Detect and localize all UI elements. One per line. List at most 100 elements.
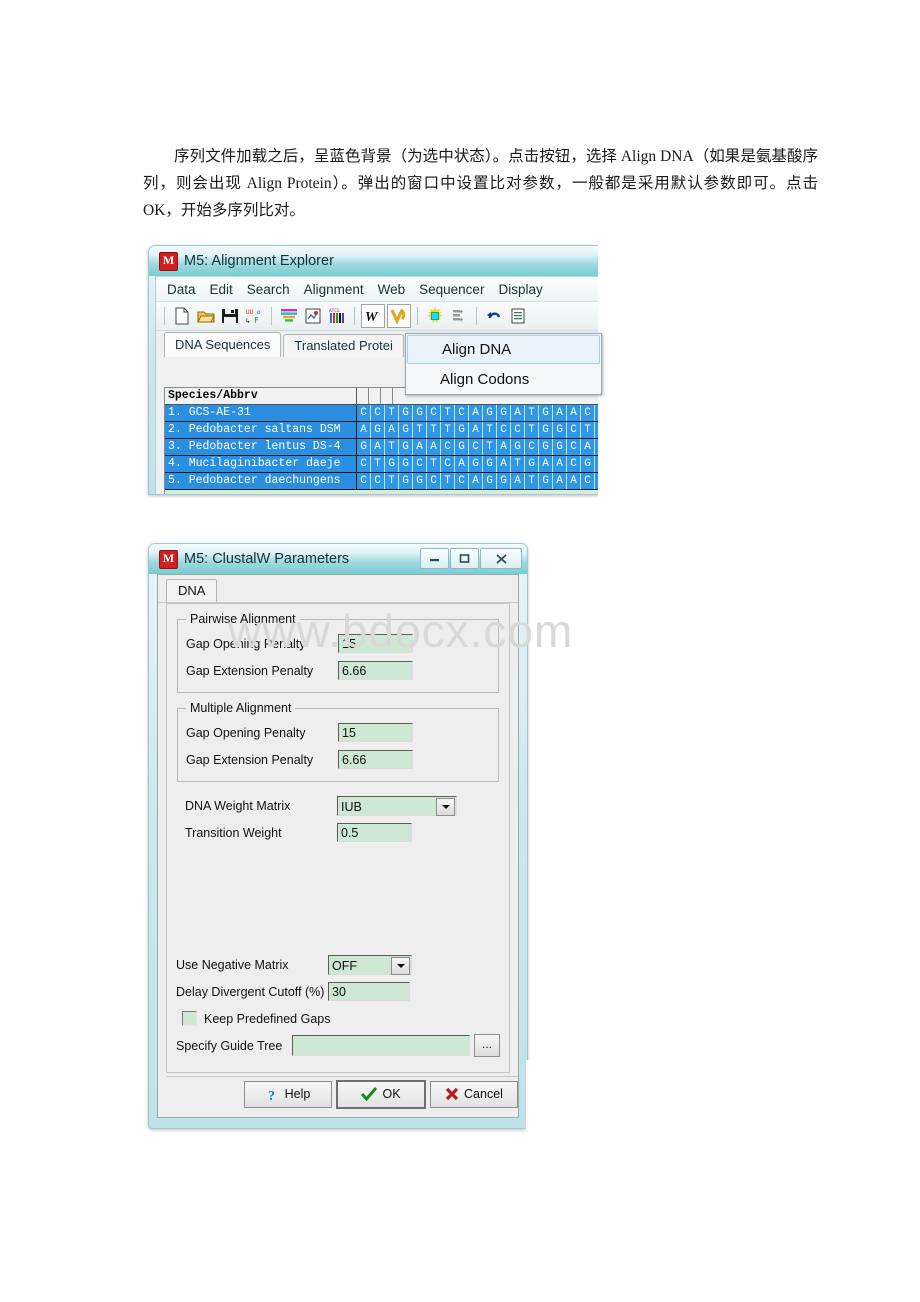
base-cell[interactable]: A	[553, 473, 567, 489]
menu-item-sequencer[interactable]: Sequencer	[412, 280, 491, 299]
row-base-cells[interactable]: AGAGTTTGATCCTGGCTCAGGAT	[357, 422, 599, 438]
menu-item-align-dna[interactable]: Align DNA	[407, 335, 600, 364]
input-multiple-gap-opening[interactable]: 15	[338, 723, 413, 742]
base-cell[interactable]: A	[497, 439, 511, 455]
base-cell[interactable]: C	[581, 473, 595, 489]
new-file-icon[interactable]	[171, 305, 193, 327]
base-cell[interactable]: T	[385, 439, 399, 455]
base-cell[interactable]: A	[385, 422, 399, 438]
base-cell[interactable]: A	[469, 422, 483, 438]
base-cell[interactable]: G	[483, 456, 497, 472]
base-cell[interactable]: G	[553, 422, 567, 438]
base-cell[interactable]: C	[455, 473, 469, 489]
base-cell[interactable]: G	[357, 439, 371, 455]
base-cell[interactable]: C	[441, 456, 455, 472]
base-cell[interactable]: T	[427, 456, 441, 472]
base-cell[interactable]: T	[581, 422, 595, 438]
window-controls[interactable]	[420, 548, 522, 569]
base-cell[interactable]: C	[427, 405, 441, 421]
menu-item-web[interactable]: Web	[371, 280, 413, 299]
table-row[interactable]: 4. Mucilaginibacter daeje C T G G C T C A G G A T G A A…	[165, 456, 599, 473]
input-delay-divergent-cutoff[interactable]: 30	[328, 982, 410, 1001]
base-cell[interactable]: A	[497, 456, 511, 472]
base-cell[interactable]: C	[525, 439, 539, 455]
clustalw-parameters-window[interactable]: M M5: ClustalW Parameters DNA Pairwise A…	[148, 543, 528, 1129]
toolbar[interactable]: UU o ↳ F ATCG W + +	[156, 302, 599, 331]
base-cell[interactable]: T	[511, 456, 525, 472]
alignment-explorer-titlebar[interactable]: M M5: Alignment Explorer	[149, 246, 599, 276]
menu-item-edit[interactable]: Edit	[203, 280, 240, 299]
base-cell[interactable]: A	[427, 439, 441, 455]
base-cell[interactable]: G	[553, 439, 567, 455]
base-cell[interactable]: T	[525, 405, 539, 421]
base-cell[interactable]: T	[441, 473, 455, 489]
base-cell[interactable]: A	[539, 456, 553, 472]
base-cell[interactable]: T	[483, 422, 497, 438]
dialog-tabstrip[interactable]: DNA	[158, 575, 518, 603]
checkbox-keep-predefined-gaps[interactable]	[182, 1011, 197, 1026]
base-cell[interactable]: C	[371, 405, 385, 421]
list-icon[interactable]	[507, 305, 529, 327]
base-cell[interactable]: G	[399, 456, 413, 472]
table-row[interactable]: 1. GCS-AE-31CCTGGCTCAGGATGAACGCTAGC	[165, 405, 599, 422]
base-cell[interactable]: C	[567, 456, 581, 472]
row-base-cells[interactable]: CCTGGCTCAGGATGAACGCTAGC	[357, 405, 599, 421]
tab-translated-protein[interactable]: Translated Protei	[283, 334, 404, 357]
base-cell[interactable]: A	[511, 405, 525, 421]
base-cell[interactable]: A	[469, 405, 483, 421]
base-cell[interactable]: G	[399, 439, 413, 455]
minimize-icon[interactable]	[420, 548, 449, 569]
base-cell[interactable]: G	[413, 405, 427, 421]
translate-icon[interactable]: UU o ↳ F	[243, 305, 265, 327]
base-cell[interactable]: C	[469, 439, 483, 455]
base-cell[interactable]: T	[385, 405, 399, 421]
clustalw-w-icon[interactable]: W	[361, 304, 385, 328]
help-button[interactable]: ? Help	[244, 1080, 332, 1108]
base-cell[interactable]: A	[357, 422, 371, 438]
input-multiple-gap-extension[interactable]: 6.66	[338, 750, 413, 769]
base-cell[interactable]: C	[371, 473, 385, 489]
base-cell[interactable]: A	[567, 405, 581, 421]
base-cell[interactable]: A	[371, 439, 385, 455]
menu-item-data[interactable]: Data	[160, 280, 203, 299]
input-transition-weight[interactable]: 0.5	[337, 823, 412, 842]
base-cell[interactable]: G	[539, 405, 553, 421]
menu-item-search[interactable]: Search	[240, 280, 297, 299]
save-disk-icon[interactable]	[219, 305, 241, 327]
base-cell[interactable]: G	[455, 439, 469, 455]
base-cell[interactable]: A	[581, 439, 595, 455]
row-base-cells[interactable]: CTGGCTCAGGATGAACGCTAGCG	[357, 456, 599, 472]
table-row[interactable]: 2. Pedobacter saltans DSM A G A G T T T G A T C C T G G…	[165, 422, 599, 439]
add-sequence-icon[interactable]: + +	[448, 305, 470, 327]
close-icon[interactable]	[480, 548, 522, 569]
highlight-icon[interactable]	[424, 305, 446, 327]
table-row[interactable]: 5. Pedobacter daechungens C C T G G C T C A G G A T G A…	[165, 473, 599, 490]
atcg-bars-icon[interactable]: ATCG	[326, 305, 348, 327]
undo-icon[interactable]	[483, 305, 505, 327]
base-cell[interactable]: G	[511, 439, 525, 455]
open-folder-icon[interactable]	[195, 305, 217, 327]
base-cell[interactable]: C	[357, 456, 371, 472]
sequence-grid[interactable]: Species/Abbrv 1. GCS-AE-31 C C T G G C T C A G G A T G…	[164, 387, 599, 494]
tab-dna[interactable]: DNA	[166, 579, 218, 602]
sequence-bars-icon[interactable]	[278, 305, 300, 327]
input-pairwise-gap-opening[interactable]: 15	[338, 634, 413, 653]
base-cell[interactable]: T	[427, 422, 441, 438]
base-cell[interactable]: T	[525, 422, 539, 438]
base-cell[interactable]: C	[413, 456, 427, 472]
alignment-dropdown-menu[interactable]: Align DNA Align Codons	[405, 333, 602, 395]
base-cell[interactable]: T	[385, 473, 399, 489]
base-cell[interactable]: G	[483, 473, 497, 489]
base-cell[interactable]: A	[469, 473, 483, 489]
menubar[interactable]: Data Edit Search Alignment Web Sequencer…	[156, 277, 599, 302]
base-cell[interactable]: C	[497, 422, 511, 438]
table-row[interactable]: 3. Pedobacter lentus DS-4 G A T G A A C G C T A G C G G…	[165, 439, 599, 456]
base-cell[interactable]: A	[413, 439, 427, 455]
cancel-button[interactable]: Cancel	[430, 1080, 518, 1108]
base-cell[interactable]: C	[455, 405, 469, 421]
base-cell[interactable]: G	[371, 422, 385, 438]
base-cell[interactable]: G	[455, 422, 469, 438]
base-cell[interactable]: T	[483, 439, 497, 455]
base-cell[interactable]: C	[427, 473, 441, 489]
clustalw-titlebar[interactable]: M M5: ClustalW Parameters	[149, 544, 527, 574]
